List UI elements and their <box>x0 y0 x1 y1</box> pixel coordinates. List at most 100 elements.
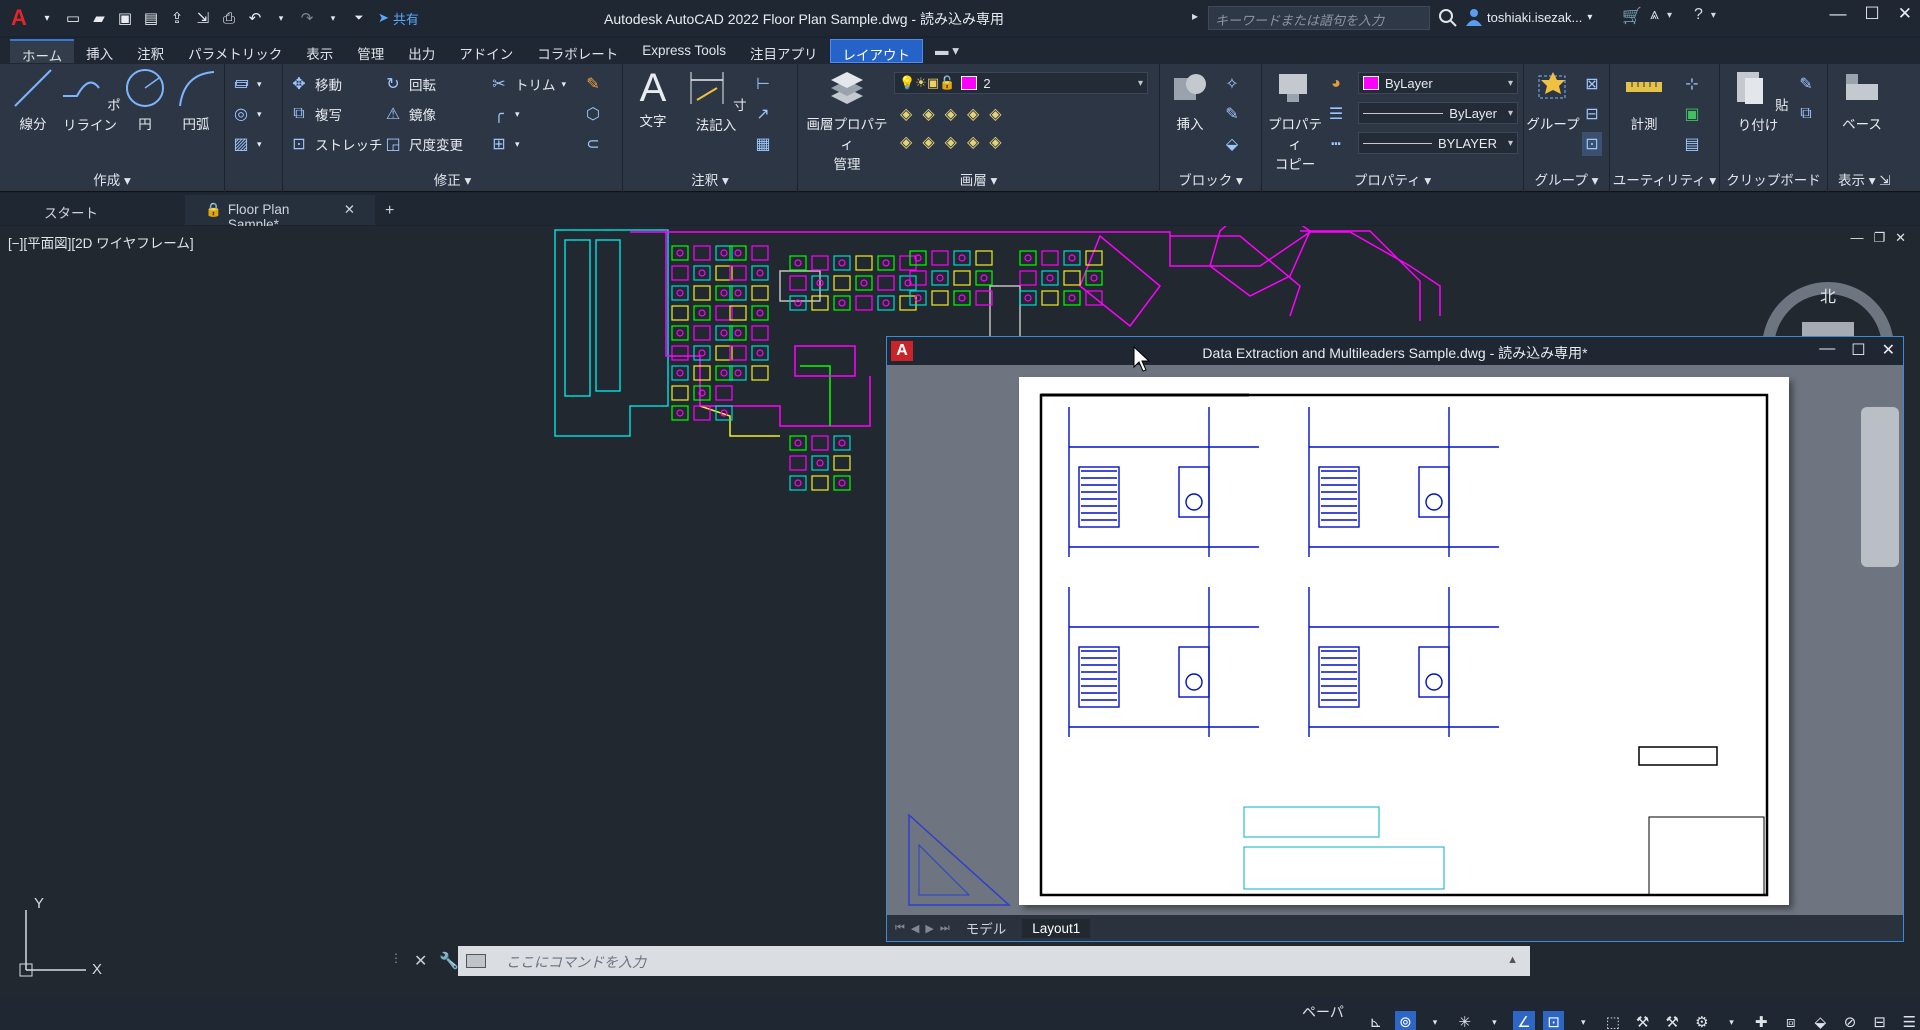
line-button[interactable]: 線分 <box>8 66 58 133</box>
text-button[interactable]: A 文字 <box>631 66 675 130</box>
polar-tracking-icon[interactable]: ⊚ <box>1394 1011 1417 1030</box>
rectangle-button[interactable]: ▭ ▾ <box>231 72 261 96</box>
undo-icon[interactable]: ↶ <box>244 7 266 29</box>
help-icon[interactable]: ? <box>1694 6 1703 26</box>
trim-button[interactable]: ✂ トリム ▾ <box>489 72 566 96</box>
mirror-button[interactable]: ⚠ 鏡像 <box>383 102 436 126</box>
command-close-icon[interactable]: ✕ <box>414 951 427 971</box>
create-block-button[interactable]: ✧ <box>1222 72 1242 96</box>
move-button[interactable]: ✥ 移動 <box>289 72 342 96</box>
layer-tool-10-icon[interactable]: ◈ <box>989 132 1001 152</box>
autocad-logo-icon[interactable]: A <box>6 5 32 30</box>
tab-view[interactable]: 表示 <box>294 39 345 63</box>
layer-dropdown[interactable]: 💡☀▣🔓 2 ▾ <box>894 72 1148 94</box>
new-tab-plus-icon[interactable]: + <box>375 195 404 225</box>
fw-minimize-icon[interactable]: — <box>1819 340 1835 360</box>
groups-panel-title[interactable]: グループ ▾ <box>1524 170 1609 192</box>
search-icon[interactable] <box>1438 8 1458 28</box>
base-view-button[interactable]: ベース <box>1832 66 1892 133</box>
annotation-scale-icon[interactable]: ⚒ <box>1661 1011 1683 1030</box>
linetype-dropdown[interactable]: ByLayer ▾ <box>1358 102 1518 124</box>
draw-panel-title[interactable]: 作成 ▾ <box>0 170 224 192</box>
polyline-button[interactable]: ポリライン <box>58 66 122 134</box>
command-input[interactable]: ここにコマンドを入力 <box>458 946 1530 976</box>
next-tab-arrow-icon[interactable]: ▶ <box>925 922 933 935</box>
tab-output[interactable]: 出力 <box>396 39 447 63</box>
cart-icon[interactable]: 🛒 <box>1622 6 1642 26</box>
save-as-icon[interactable]: ▤ <box>140 7 162 29</box>
color-dropdown[interactable]: ByLayer ▾ <box>1358 72 1518 94</box>
tab-express-tools[interactable]: Express Tools <box>630 39 738 63</box>
first-tab-arrow-icon[interactable]: ⏮ <box>895 922 905 935</box>
match-properties-button[interactable]: プロパティ コピー <box>1266 66 1324 173</box>
navigation-bar[interactable] <box>1861 407 1899 567</box>
share-button[interactable]: ➤ 共有 <box>378 9 419 28</box>
modify-panel-title[interactable]: 修正 ▾ <box>283 170 622 192</box>
layer-tool-3-icon[interactable]: ◈ <box>945 104 957 124</box>
annotation-panel-title[interactable]: 注釈 ▾ <box>623 170 797 192</box>
isodraft-chevron-icon[interactable]: ▾ <box>1484 1011 1506 1030</box>
block-panel-title[interactable]: ブロック ▾ <box>1160 170 1261 192</box>
ungroup-button[interactable]: ⊠ <box>1582 72 1602 96</box>
object-snap-tracking-icon[interactable]: ∠ <box>1513 1011 1535 1030</box>
command-grip-icon[interactable]: ⋮ <box>390 951 402 971</box>
autodesk-app-icon[interactable]: ⩓ <box>1650 6 1659 26</box>
layer-tool-5-icon[interactable]: ◈ <box>989 104 1001 124</box>
tab-annotate[interactable]: 注釈 <box>125 39 176 63</box>
calculator-button[interactable]: ▤ <box>1682 132 1702 156</box>
cut-button[interactable]: ✎ <box>1796 72 1816 96</box>
erase-button[interactable]: ✎ <box>583 72 603 96</box>
redo-dropdown-icon[interactable]: ▾ <box>322 7 344 29</box>
annotation-monitor-plus-icon[interactable]: ✚ <box>1750 1011 1772 1030</box>
layer-tool-7-icon[interactable]: ◈ <box>922 132 934 152</box>
tab-close-icon[interactable]: ✕ <box>344 202 355 218</box>
object-snap-icon[interactable]: ⊡ <box>1542 1011 1565 1030</box>
layer-tool-1-icon[interactable]: ◈ <box>900 104 912 124</box>
workspace-chevron-icon[interactable]: ▾ <box>1721 1011 1743 1030</box>
print-icon[interactable]: ⎙ <box>218 7 240 29</box>
search-expand-icon[interactable]: ▸ <box>1192 9 1198 23</box>
layer-tool-4-icon[interactable]: ◈ <box>967 104 979 124</box>
layer-properties-button[interactable]: 画層プロパティ 管理 <box>804 66 890 173</box>
scale-button[interactable]: ◲ 尺度変更 <box>383 132 463 156</box>
properties-panel-title[interactable]: プロパティ ▾ <box>1262 170 1523 192</box>
help-chevron-icon[interactable]: ▾ <box>1711 10 1716 26</box>
copy-clip-button[interactable]: ⧉ <box>1796 102 1816 126</box>
units-icon[interactable]: ⧈ <box>1780 1011 1802 1030</box>
layer-tool-6-icon[interactable]: ◈ <box>900 132 912 152</box>
edit-block-button[interactable]: ✎ <box>1222 102 1242 126</box>
quick-properties-icon[interactable]: ⬙ <box>1810 1011 1832 1030</box>
tab-parametric[interactable]: パラメトリック <box>176 39 294 63</box>
array-button[interactable]: ⊞ ▾ <box>489 132 519 156</box>
clipboard-panel-title[interactable]: クリップボード <box>1720 170 1827 192</box>
color-wheel-button[interactable]: ◕ <box>1326 72 1346 96</box>
workspace-gear-icon[interactable]: ⚙ <box>1691 1011 1713 1030</box>
layer-tool-8-icon[interactable]: ◈ <box>945 132 957 152</box>
last-tab-arrow-icon[interactable]: ⏭ <box>940 922 950 935</box>
close-icon[interactable]: ✕ <box>1898 4 1912 24</box>
lineweight-dropdown[interactable]: BYLAYER ▾ <box>1358 132 1518 154</box>
command-history-up-icon[interactable]: ▲ <box>1507 954 1518 966</box>
layout-paper-area[interactable] <box>887 365 1903 915</box>
hatch-button[interactable]: ◎ ▾ <box>231 102 262 126</box>
group-button[interactable]: グループ <box>1526 66 1580 133</box>
tab-floor-plan[interactable]: 🔒 Floor Plan Sample* ✕ <box>185 195 375 232</box>
tab-insert[interactable]: 挿入 <box>74 39 125 63</box>
search-input[interactable]: キーワードまたは語句を入力 <box>1208 6 1430 30</box>
undo-dropdown-icon[interactable]: ▾ <box>270 7 292 29</box>
floating-window-titlebar[interactable]: A Data Extraction and Multileaders Sampl… <box>887 337 1903 365</box>
rotate-button[interactable]: ↻ 回転 <box>383 72 436 96</box>
isodraft-icon[interactable]: ✳ <box>1454 1011 1476 1030</box>
ribbon-display-toggle-icon[interactable]: ▬ ▾ <box>923 39 971 63</box>
redo-icon[interactable]: ↷ <box>296 7 318 29</box>
utilities-panel-title[interactable]: ユーティリティ ▾ <box>1610 170 1719 192</box>
fw-maximize-icon[interactable]: ☐ <box>1851 340 1865 360</box>
tab-model[interactable]: モデル <box>956 916 1017 940</box>
select-all-button[interactable]: ▣ <box>1682 102 1702 126</box>
upload-icon[interactable]: ⇪ <box>166 7 188 29</box>
group-edit-button[interactable]: ⊟ <box>1582 102 1602 126</box>
table-button[interactable]: ▦ <box>753 132 773 156</box>
group-select-button[interactable]: ⊡ <box>1582 132 1602 156</box>
offset-button[interactable]: ⊂ <box>583 132 603 156</box>
gradient-button[interactable]: ▨ ▾ <box>231 132 261 156</box>
